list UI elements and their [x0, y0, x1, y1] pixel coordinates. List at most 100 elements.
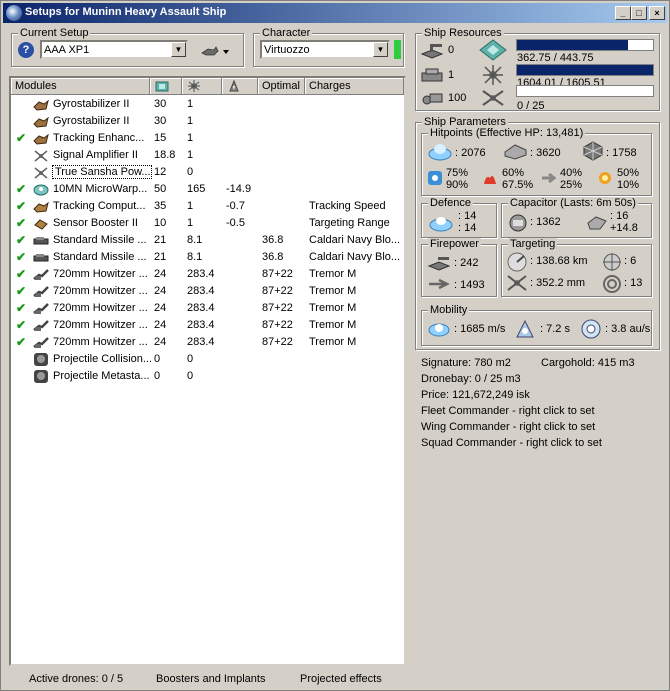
module-charges: Tremor M: [309, 319, 357, 331]
projected-effects-button[interactable]: Projected effects: [300, 673, 382, 685]
module-powergrid: 0: [187, 370, 194, 382]
fleet-commander-slot[interactable]: Fleet Commander - right click to set: [421, 405, 595, 417]
table-row[interactable]: Projectile Collision... 0 0: [11, 351, 407, 368]
active-check-icon[interactable]: ✔: [16, 216, 26, 230]
tracking-computer-icon: [33, 199, 49, 214]
howitzer-icon: [33, 318, 49, 333]
kinetic-resist-value-2: 25%: [560, 179, 583, 191]
setup-select[interactable]: AAA XP1 ▼: [40, 40, 188, 59]
shield-icon: [428, 144, 452, 161]
table-row[interactable]: ✔ 720mm Howitzer ... 24 283.4 87+22 Tremor M: [11, 300, 407, 317]
module-cpu: 18.8: [154, 149, 176, 161]
calibration-icon: [422, 93, 443, 105]
turret-hardpoint-icon: [420, 44, 444, 59]
capacitor-recharge-value-a: : 16: [610, 210, 629, 222]
module-charges: Tremor M: [309, 285, 357, 297]
module-cpu: 24: [154, 319, 167, 331]
ship-menu-button[interactable]: [200, 43, 230, 59]
structure-hp-value: : 1758: [606, 147, 637, 159]
table-row[interactable]: ✔ 720mm Howitzer ... 24 283.4 87+22 Tremor M: [11, 317, 407, 334]
chevron-down-icon[interactable]: ▼: [171, 42, 186, 57]
rig-icon: [33, 352, 49, 367]
table-row[interactable]: Projectile Metasta... 0 0: [11, 368, 407, 385]
targeting-range-value: : 138.68 km: [530, 255, 588, 267]
table-row[interactable]: ✔ Tracking Comput... 35 1 -0.7 Tracking Speed: [11, 198, 407, 215]
thermal-resist-value-2: 67.5%: [502, 179, 534, 191]
active-check-icon[interactable]: ✔: [16, 318, 26, 332]
module-powergrid: 283.4: [187, 285, 215, 297]
table-row[interactable]: Gyrostabilizer II 30 1: [11, 113, 407, 130]
active-check-icon[interactable]: ✔: [16, 335, 26, 349]
shield-hp-value: : 2076: [455, 147, 486, 159]
gyrostabilizer-icon: [33, 97, 49, 112]
module-powergrid: 8.1: [187, 234, 203, 246]
active-drones-button[interactable]: Active drones: 0 / 5: [29, 673, 123, 685]
thermal-resist-value: 60%: [502, 167, 525, 179]
table-row[interactable]: ✔ 720mm Howitzer ... 24 283.4 87+22 Tremor M: [11, 266, 407, 283]
maximize-button[interactable]: □: [631, 6, 647, 20]
help-icon[interactable]: ?: [18, 42, 34, 58]
module-powergrid: 1: [187, 115, 194, 127]
close-button[interactable]: ×: [649, 6, 665, 20]
defence-value-a: : 14: [458, 210, 477, 222]
active-check-icon[interactable]: ✔: [16, 182, 26, 196]
table-row[interactable]: ✔ Standard Missile ... 21 8.1 36.8 Caldari Na…: [11, 232, 407, 249]
column-header-speed[interactable]: [222, 78, 258, 95]
boosters-implants-button[interactable]: Boosters and Implants: [156, 673, 265, 685]
table-row[interactable]: ✔ 720mm Howitzer ... 24 283.4 87+22 Tremor M: [11, 334, 407, 351]
module-name: Tracking Enhanc...: [53, 132, 145, 144]
squad-commander-slot[interactable]: Squad Commander - right click to set: [421, 437, 602, 449]
column-header-optimal[interactable]: Optimal: [258, 78, 305, 95]
howitzer-icon: [33, 284, 49, 299]
signature-text: Signature: 780 m2: [421, 357, 511, 369]
launcher-hardpoint-icon: [421, 68, 443, 82]
table-row[interactable]: True Sansha Pow... 12 0: [11, 164, 407, 181]
module-name: Projectile Collision...: [53, 353, 151, 365]
current-setup-group: Current Setup ? AAA XP1 ▼: [11, 27, 244, 67]
active-check-icon[interactable]: ✔: [16, 284, 26, 298]
column-header-charges[interactable]: Charges: [305, 78, 404, 95]
modules-table[interactable]: Modules Optimal Charges Gyrostabilizer I…: [9, 76, 406, 666]
missile-dps-value: : 1493: [454, 279, 485, 291]
hitpoints-label: Hitpoints (Effective HP: 13,481): [428, 127, 586, 139]
table-row[interactable]: Gyrostabilizer II 30 1: [11, 96, 407, 113]
module-name: 720mm Howitzer ...: [53, 285, 148, 297]
table-row[interactable]: Signal Amplifier II 18.8 1: [11, 147, 407, 164]
table-row[interactable]: ✔ 10MN MicroWarp... 50 165 -14.9: [11, 181, 407, 198]
active-check-icon[interactable]: ✔: [16, 250, 26, 264]
active-check-icon[interactable]: ✔: [16, 301, 26, 315]
table-row[interactable]: ✔ 720mm Howitzer ... 24 283.4 87+22 Tremor M: [11, 283, 407, 300]
table-row[interactable]: ✔ Tracking Enhanc... 15 1: [11, 130, 407, 147]
howitzer-icon: [33, 267, 49, 282]
wing-commander-slot[interactable]: Wing Commander - right click to set: [421, 421, 595, 433]
capacitor-recharge-icon: [587, 216, 607, 230]
em-resist-icon: [428, 171, 442, 185]
table-row[interactable]: ✔ Standard Missile ... 21 8.1 36.8 Caldari Na…: [11, 249, 407, 266]
defence-group: Defence : 14 : 14: [421, 197, 497, 238]
armor-icon: [504, 144, 527, 160]
module-name: Standard Missile ...: [53, 234, 147, 246]
column-header-cpu[interactable]: [150, 78, 182, 95]
minimize-button[interactable]: _: [615, 6, 631, 20]
mobility-label: Mobility: [428, 304, 470, 316]
cpu-bar: [516, 39, 654, 51]
active-check-icon[interactable]: ✔: [16, 267, 26, 281]
firepower-group: Firepower : 242 : 1493: [421, 238, 497, 297]
title-bar[interactable]: Setups for Muninn Heavy Assault Ship _ □…: [3, 3, 667, 23]
active-check-icon[interactable]: ✔: [16, 233, 26, 247]
active-check-icon[interactable]: ✔: [16, 131, 26, 145]
chevron-down-icon[interactable]: ▼: [373, 42, 388, 57]
em-resist-value-2: 90%: [446, 179, 469, 191]
module-charges: Tremor M: [309, 268, 357, 280]
scan-resolution-value: : 352.2 mm: [530, 277, 586, 289]
table-row[interactable]: ✔ Sensor Booster II 10 1 -0.5 Targeting Range: [11, 215, 407, 232]
column-header-modules[interactable]: Modules: [11, 78, 150, 95]
column-header-powergrid[interactable]: [182, 78, 222, 95]
drones-text: 0 / 25: [517, 100, 545, 112]
character-select[interactable]: Virtuozzo ▼: [260, 40, 390, 59]
warp-speed-value: : 3.8 au/s: [605, 323, 651, 335]
cpu-text: 362.75 / 443.75: [517, 52, 594, 64]
turret-damage-icon: [427, 257, 451, 271]
rig-icon: [33, 369, 49, 384]
active-check-icon[interactable]: ✔: [16, 199, 26, 213]
